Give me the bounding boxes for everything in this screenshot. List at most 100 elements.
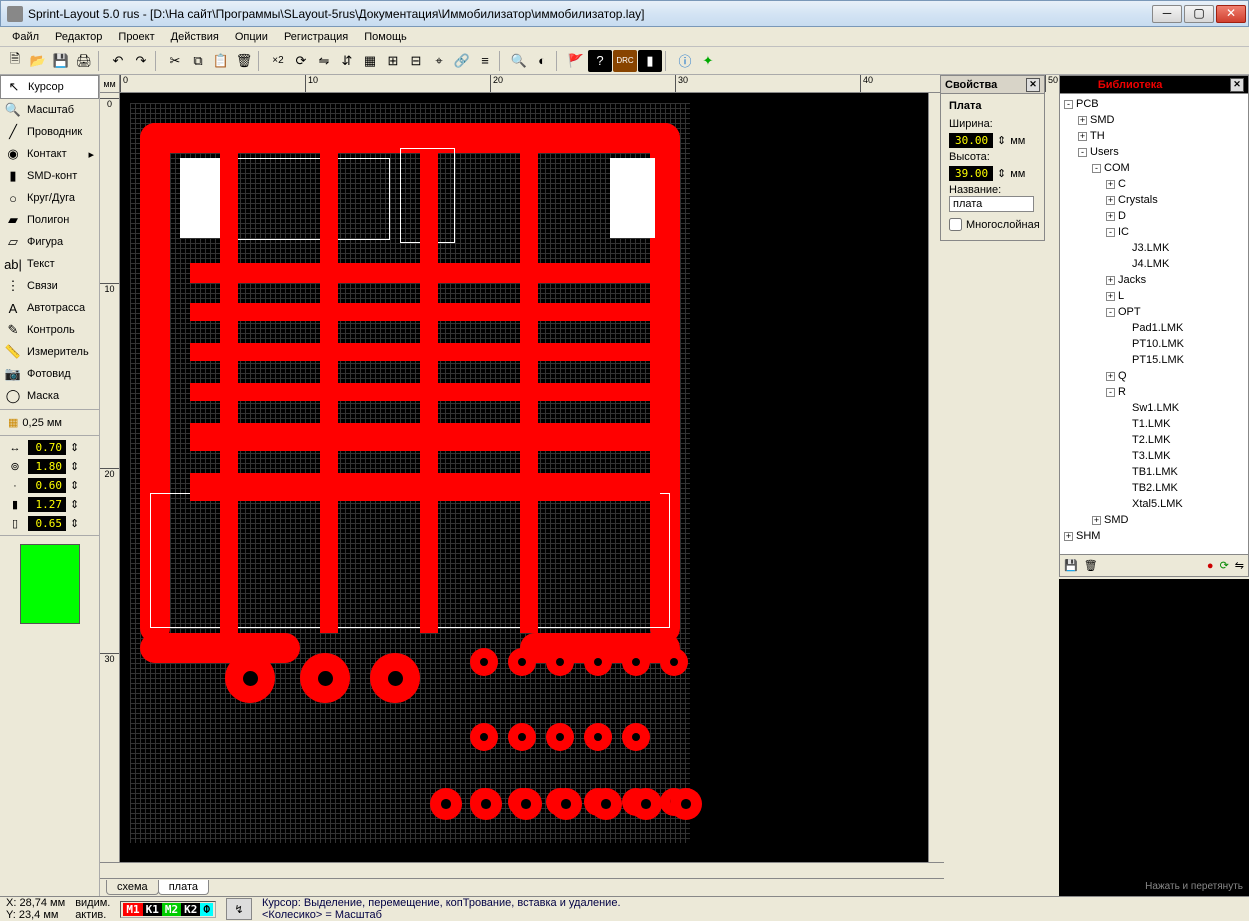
- layers-icon[interactable]: ≡: [474, 50, 496, 72]
- menu-file[interactable]: Файл: [4, 29, 47, 45]
- tree-node[interactable]: J4.LMK: [1062, 256, 1246, 272]
- tool-Контроль[interactable]: ✎Контроль: [0, 319, 99, 341]
- open-icon[interactable]: 📂: [27, 50, 49, 72]
- tree-node[interactable]: +SMD: [1062, 112, 1246, 128]
- fliph-icon[interactable]: ⇋: [313, 50, 335, 72]
- tab-schematic[interactable]: схема: [106, 880, 159, 895]
- lib-delete-icon[interactable]: 🗑: [1084, 559, 1098, 572]
- copy-icon[interactable]: ⧉: [187, 50, 209, 72]
- zoom-icon[interactable]: 🔍: [508, 50, 530, 72]
- tree-node[interactable]: +SMD: [1062, 512, 1246, 528]
- maximize-button[interactable]: ▢: [1184, 5, 1214, 23]
- tool-Маска[interactable]: ◯Маска: [0, 385, 99, 407]
- tree-node[interactable]: +Jacks: [1062, 272, 1246, 288]
- lib-flip-icon[interactable]: ⇋: [1235, 559, 1244, 572]
- print-icon[interactable]: 🖨: [73, 50, 95, 72]
- lib-rotate-icon[interactable]: ⟳: [1220, 559, 1229, 572]
- rotate-icon[interactable]: ⟳: [290, 50, 312, 72]
- library-close-icon[interactable]: ✕: [1230, 78, 1244, 92]
- board-name-input[interactable]: [949, 196, 1034, 212]
- tree-node[interactable]: +L: [1062, 288, 1246, 304]
- tool-Полигон[interactable]: ▰Полигон: [0, 209, 99, 231]
- tree-node[interactable]: PT15.LMK: [1062, 352, 1246, 368]
- tree-node[interactable]: TB1.LMK: [1062, 464, 1246, 480]
- properties-close-icon[interactable]: ✕: [1026, 78, 1040, 92]
- param-row[interactable]: ↔0.70⇕: [0, 438, 99, 457]
- tree-node[interactable]: +Q: [1062, 368, 1246, 384]
- tree-node[interactable]: T2.LMK: [1062, 432, 1246, 448]
- contrast-icon[interactable]: ◐: [531, 50, 553, 72]
- tree-node[interactable]: -IC: [1062, 224, 1246, 240]
- tree-node[interactable]: +SHM: [1062, 528, 1246, 544]
- tool-Проводник[interactable]: ╱Проводник: [0, 121, 99, 143]
- new-icon[interactable]: 🗎: [4, 50, 26, 72]
- width-value[interactable]: 30.00: [949, 133, 993, 148]
- x2-icon[interactable]: ×2: [267, 50, 289, 72]
- param-row[interactable]: ·0.60⇕: [0, 476, 99, 495]
- tool-Круг/Дуга[interactable]: ○Круг/Дуга: [0, 187, 99, 209]
- drc-icon[interactable]: DRC: [613, 50, 637, 72]
- tree-node[interactable]: -R: [1062, 384, 1246, 400]
- tree-node[interactable]: +C: [1062, 176, 1246, 192]
- menu-project[interactable]: Проект: [110, 29, 162, 45]
- lib-record-icon[interactable]: ●: [1207, 560, 1214, 572]
- tree-node[interactable]: -Users: [1062, 144, 1246, 160]
- tool-Автотрасса[interactable]: AАвтотрасса: [0, 297, 99, 319]
- param-row[interactable]: ▯0.65⇕: [0, 514, 99, 533]
- tool-Связи[interactable]: ⋮Связи: [0, 275, 99, 297]
- monitor-icon[interactable]: ▮: [638, 50, 662, 72]
- paste-icon[interactable]: 📋: [210, 50, 232, 72]
- tool-Текст[interactable]: ab|Текст: [0, 253, 99, 275]
- tree-node[interactable]: Xtal5.LMK: [1062, 496, 1246, 512]
- link-icon[interactable]: 🔗: [451, 50, 473, 72]
- tree-node[interactable]: T1.LMK: [1062, 416, 1246, 432]
- cut-icon[interactable]: ✂: [164, 50, 186, 72]
- height-value[interactable]: 39.00: [949, 166, 993, 181]
- delete-icon[interactable]: 🗑: [233, 50, 255, 72]
- multilayer-checkbox[interactable]: [949, 218, 962, 231]
- undo-icon[interactable]: ↶: [107, 50, 129, 72]
- tree-node[interactable]: TB2.LMK: [1062, 480, 1246, 496]
- menu-options[interactable]: Опции: [227, 29, 276, 45]
- flag-icon[interactable]: 🚩: [565, 50, 587, 72]
- menu-help[interactable]: Помощь: [356, 29, 415, 45]
- tree-node[interactable]: T3.LMK: [1062, 448, 1246, 464]
- tool-Контакт[interactable]: ◉Контакт▸: [0, 143, 99, 165]
- snap-icon[interactable]: ⌖: [428, 50, 450, 72]
- tool-SMD-конт[interactable]: ▮SMD-конт: [0, 165, 99, 187]
- tool-Фигура[interactable]: ▱Фигура: [0, 231, 99, 253]
- tree-node[interactable]: -PCB: [1062, 96, 1246, 112]
- tree-node[interactable]: Sw1.LMK: [1062, 400, 1246, 416]
- group-icon[interactable]: ⊞: [382, 50, 404, 72]
- ungroup-icon[interactable]: ⊟: [405, 50, 427, 72]
- layer-chips[interactable]: М1К1М2К2Ф: [120, 901, 216, 918]
- tree-node[interactable]: +TH: [1062, 128, 1246, 144]
- tree-node[interactable]: Pad1.LMK: [1062, 320, 1246, 336]
- tree-node[interactable]: PT10.LMK: [1062, 336, 1246, 352]
- tool-Курсор[interactable]: ↖Курсор: [0, 75, 99, 99]
- macro-icon[interactable]: ✦: [697, 50, 719, 72]
- grid-setting[interactable]: ▦0,25 мм: [0, 412, 99, 433]
- tab-board[interactable]: плата: [158, 880, 209, 895]
- menu-edit[interactable]: Редактор: [47, 29, 110, 45]
- param-row[interactable]: ▮1.27⇕: [0, 495, 99, 514]
- library-preview[interactable]: Нажать и перетянуть: [1059, 579, 1249, 896]
- tree-node[interactable]: +D: [1062, 208, 1246, 224]
- tool-Измеритель[interactable]: 📏Измеритель: [0, 341, 99, 363]
- redo-icon[interactable]: ↷: [130, 50, 152, 72]
- tool-Масштаб[interactable]: 🔍Масштаб: [0, 99, 99, 121]
- tree-node[interactable]: J3.LMK: [1062, 240, 1246, 256]
- info-icon[interactable]: ⓘ: [674, 50, 696, 72]
- tree-node[interactable]: +Crystals: [1062, 192, 1246, 208]
- tool-Фотовид[interactable]: 📷Фотовид: [0, 363, 99, 385]
- pcb-canvas[interactable]: [120, 93, 928, 862]
- param-row[interactable]: ⊚1.80⇕: [0, 457, 99, 476]
- tree-node[interactable]: -OPT: [1062, 304, 1246, 320]
- align-icon[interactable]: ▦: [359, 50, 381, 72]
- menu-actions[interactable]: Действия: [163, 29, 227, 45]
- scrollbar-horizontal[interactable]: [100, 862, 944, 878]
- minimize-button[interactable]: ─: [1152, 5, 1182, 23]
- tree-node[interactable]: -COM: [1062, 160, 1246, 176]
- flipv-icon[interactable]: ⇵: [336, 50, 358, 72]
- save-icon[interactable]: 💾: [50, 50, 72, 72]
